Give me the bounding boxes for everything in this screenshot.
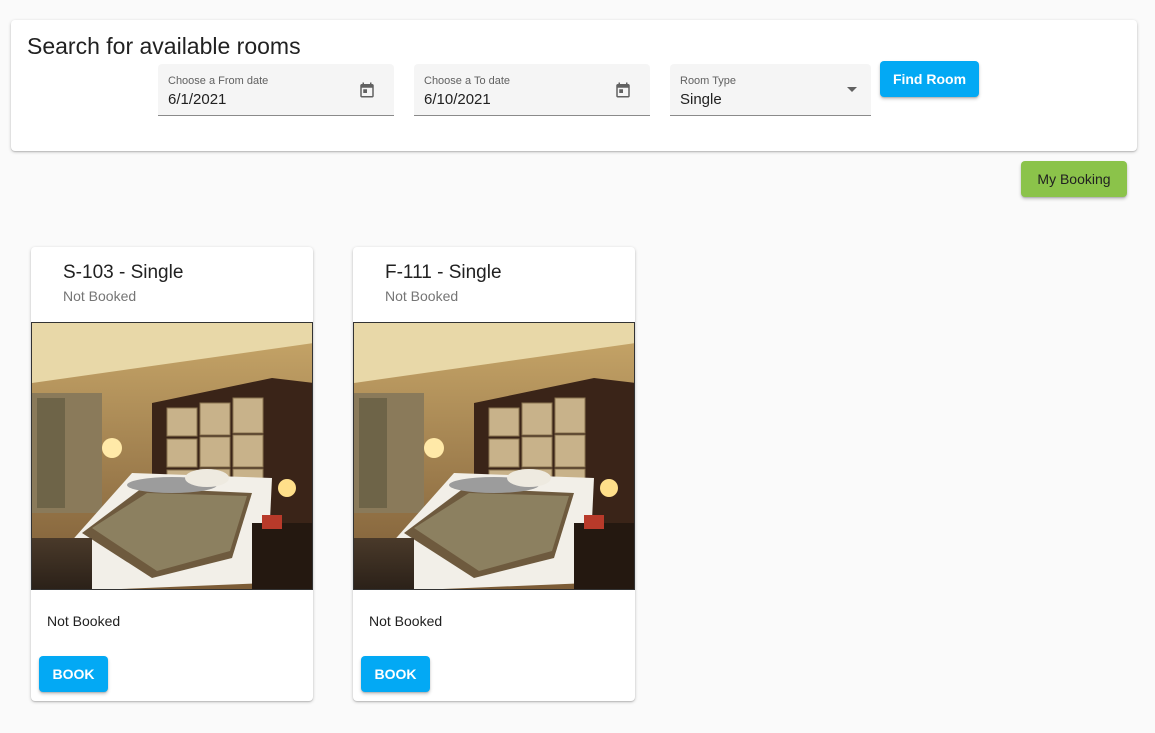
room-photo [353,322,635,590]
room-title: F-111 - Single [385,262,502,283]
search-title: Search for available rooms [27,33,301,59]
room-status: Not Booked [369,613,443,629]
my-booking-button[interactable]: My Booking [1021,161,1127,197]
room-card: S-103 - Single Not Booked Not Booked BOO… [31,247,313,701]
room-type-value[interactable]: Single [680,91,722,108]
book-button[interactable]: BOOK [39,656,108,692]
from-date-value[interactable]: 6/1/2021 [168,91,226,108]
find-room-button[interactable]: Find Room [880,61,979,97]
book-button[interactable]: BOOK [361,656,430,692]
room-card: F-111 - Single Not Booked Not Booked BOO… [353,247,635,701]
hotel-bedroom-photo [354,323,634,589]
room-photo [31,322,313,590]
dropdown-arrow-icon[interactable] [847,87,857,92]
to-date-value[interactable]: 6/10/2021 [424,91,491,108]
calendar-icon[interactable] [614,81,632,99]
from-date-label: Choose a From date [168,75,269,87]
room-type-label: Room Type [680,75,737,87]
hotel-bedroom-photo [32,323,312,589]
room-type-select[interactable]: Room Type Single [670,64,871,116]
room-subtitle: Not Booked [63,288,137,304]
to-date-label: Choose a To date [424,75,511,87]
room-status: Not Booked [47,613,121,629]
room-subtitle: Not Booked [385,288,459,304]
from-date-field[interactable]: Choose a From date 6/1/2021 [158,64,394,116]
calendar-icon[interactable] [358,81,376,99]
room-title: S-103 - Single [63,262,184,283]
to-date-field[interactable]: Choose a To date 6/10/2021 [414,64,650,116]
